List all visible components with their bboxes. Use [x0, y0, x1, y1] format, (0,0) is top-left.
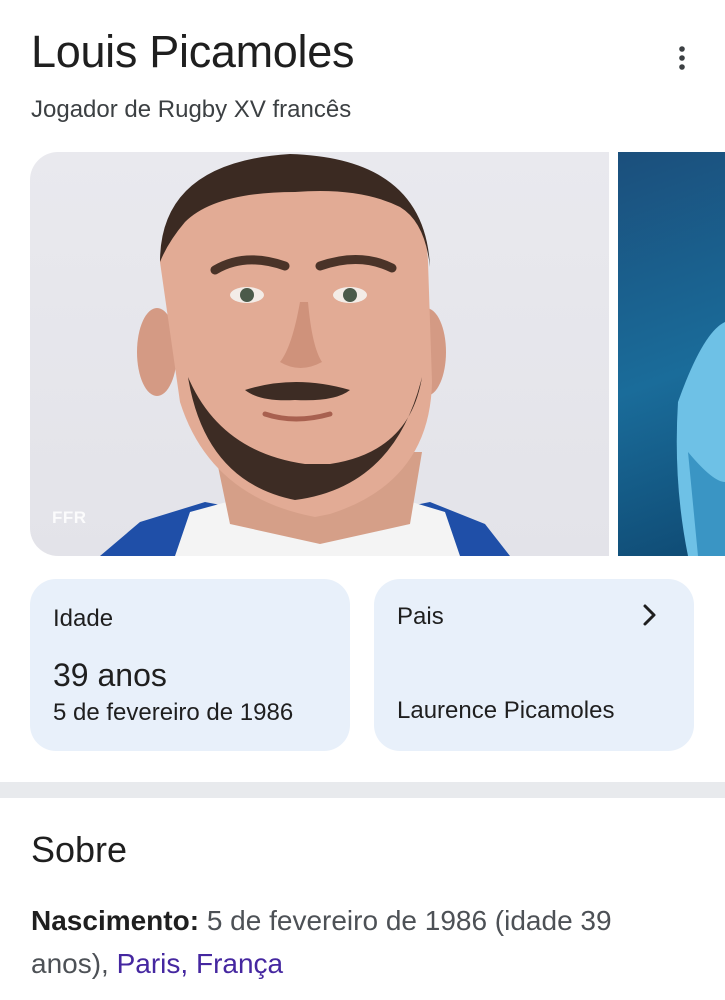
- age-card[interactable]: Idade 39 anos 5 de fevereiro de 1986: [30, 579, 350, 751]
- player-portrait-image: [100, 154, 510, 556]
- about-heading: Sobre: [31, 829, 128, 870]
- image-credit: FFR: [52, 508, 87, 527]
- age-label: Idade: [53, 605, 114, 632]
- player-photo-secondary[interactable]: [618, 152, 725, 556]
- page-subtitle: Jogador de Rugby XV francês: [31, 96, 352, 123]
- player-action-image: [676, 322, 725, 556]
- parents-value: Laurence Picamoles: [397, 697, 615, 724]
- chevron-right-icon: [643, 604, 656, 626]
- player-photo-main[interactable]: FFR: [30, 152, 609, 556]
- more-options-button[interactable]: [662, 38, 702, 78]
- birth-date: 5 de fevereiro de 1986: [53, 699, 294, 726]
- birth-place-link[interactable]: Paris, França: [117, 948, 284, 979]
- more-vert-icon: [679, 46, 685, 70]
- about-birth: Nascimento: 5 de fevereiro de 1986 (idad…: [31, 899, 671, 985]
- age-value: 39 anos: [53, 657, 167, 693]
- birth-label: Nascimento:: [31, 905, 200, 936]
- parents-card[interactable]: Pais Laurence Picamoles: [374, 579, 694, 751]
- page-title: Louis Picamoles: [31, 26, 355, 77]
- image-carousel[interactable]: FFR: [30, 152, 725, 556]
- section-divider: [0, 782, 725, 798]
- parents-label: Pais: [397, 603, 444, 630]
